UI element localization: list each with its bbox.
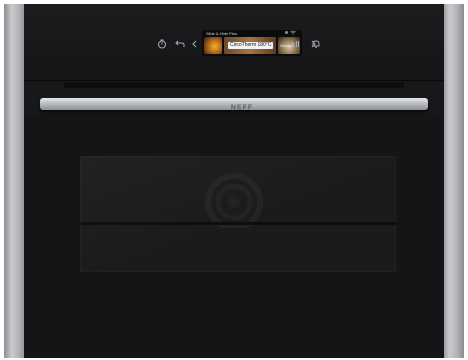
wifi-icon: [290, 30, 296, 36]
timer-icon[interactable]: [156, 38, 168, 50]
steel-side-panel-right: [442, 4, 464, 358]
svg-text:NEFF: NEFF: [231, 105, 253, 112]
back-arrow-icon[interactable]: [174, 38, 186, 50]
bell-icon[interactable]: [310, 38, 322, 50]
play-pause-icon[interactable]: [289, 38, 301, 50]
dish-tile-roast[interactable]: [204, 37, 222, 54]
oven: Slide & Hide Plus CircoTherm 180°C Garme…: [24, 4, 444, 358]
control-panel: Slide & Hide Plus CircoTherm 180°C Garme…: [24, 4, 444, 81]
display-title: Slide & Hide Plus: [206, 31, 237, 36]
ventilation-slot: [64, 82, 404, 88]
heating-mode-label[interactable]: CircoTherm 180°C: [228, 42, 274, 49]
chevron-left-icon[interactable]: [189, 38, 201, 50]
touch-display[interactable]: Slide & Hide Plus CircoTherm 180°C Garme…: [202, 30, 302, 56]
brand-logo: NEFF: [220, 99, 264, 112]
glass-reflection: [80, 156, 396, 272]
steel-side-panel-left: [4, 4, 26, 358]
status-dot: [285, 31, 288, 34]
